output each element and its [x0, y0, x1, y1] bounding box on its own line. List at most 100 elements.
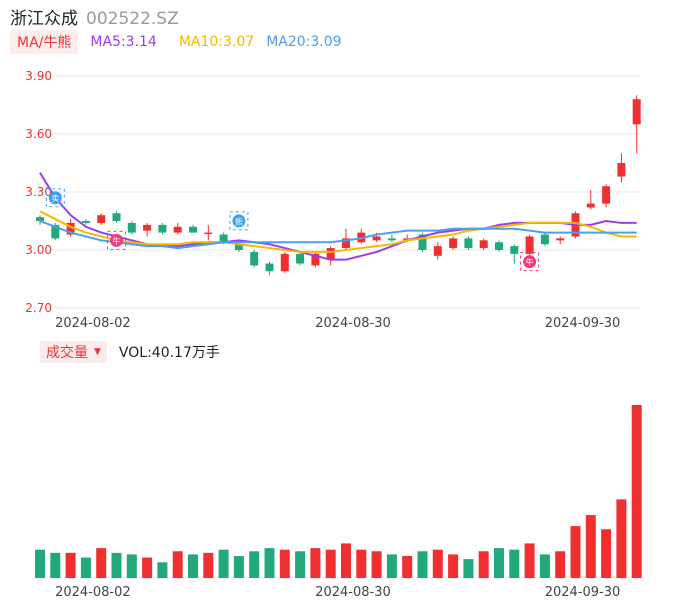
candle	[204, 224, 213, 241]
candle-body	[387, 238, 396, 241]
signal-label: 熊	[235, 216, 243, 226]
volume-bar	[585, 515, 596, 578]
candle-body	[326, 248, 335, 260]
candle	[602, 184, 611, 208]
candle	[387, 234, 396, 243]
candle	[112, 211, 121, 223]
x-tick-label: 2024-08-02	[55, 585, 131, 600]
volume-bar	[111, 552, 122, 578]
volume-bar	[264, 548, 275, 578]
candle-body	[479, 240, 488, 249]
kline-chart[interactable]: 3.903.603.303.002.702024-08-022024-08-02…	[0, 0, 686, 606]
volume-bar	[65, 552, 76, 578]
candle-body	[495, 242, 503, 250]
x-tick-label: 2024-09-30	[545, 316, 621, 331]
candle	[189, 224, 197, 233]
candle-body	[510, 246, 519, 254]
candle	[326, 246, 335, 266]
candle-body	[36, 217, 44, 221]
signal-marker: 熊	[229, 211, 249, 231]
candle-body	[632, 99, 641, 125]
signal-label: 牛	[526, 257, 534, 267]
signal-marker: 牛	[520, 252, 540, 272]
candle-body	[556, 238, 565, 241]
candle-body	[464, 238, 473, 249]
candle	[143, 222, 152, 237]
y-tick-label: 3.00	[25, 243, 52, 257]
candle	[265, 261, 274, 276]
x-tick-label: 2024-08-30	[315, 316, 391, 331]
volume-bar	[371, 551, 382, 578]
signal-label: 牛	[113, 236, 121, 246]
candle-body	[296, 253, 305, 264]
candle-body	[250, 251, 259, 266]
volume-bar	[249, 551, 260, 578]
candle	[280, 251, 289, 274]
volume-bar	[50, 552, 61, 578]
volume-bar	[432, 549, 443, 578]
candle	[250, 250, 259, 268]
volume-bar	[402, 555, 413, 578]
volume-bar	[631, 405, 642, 578]
candle	[433, 242, 442, 260]
volume-bar	[555, 551, 566, 578]
ma5-line	[39, 172, 637, 261]
volume-bar	[478, 551, 489, 578]
candle-body	[204, 232, 213, 235]
signal-label: 卖	[51, 194, 59, 203]
candle	[617, 153, 626, 183]
candle-body	[280, 253, 289, 272]
x-tick-label: 2024-08-30	[315, 585, 391, 600]
candle	[540, 232, 549, 247]
y-tick-label: 3.60	[25, 127, 52, 141]
volume-bar	[570, 526, 581, 578]
y-tick-label: 3.90	[25, 69, 52, 83]
volume-bar	[524, 543, 535, 578]
volume-bar	[494, 548, 504, 578]
candle	[97, 213, 106, 225]
volume-bar	[295, 551, 306, 578]
candle	[464, 236, 473, 250]
volume-bar	[616, 499, 627, 578]
candle-body	[433, 246, 442, 256]
y-tick-label: 2.70	[25, 301, 52, 315]
candle	[127, 221, 136, 235]
candle-body	[540, 234, 549, 245]
candle-body	[372, 236, 381, 241]
x-tick-label: 2024-09-30	[545, 585, 621, 600]
candle	[173, 222, 182, 235]
candle-body	[602, 186, 611, 204]
volume-bar	[203, 552, 214, 578]
candle-body	[617, 163, 626, 177]
volume-bar	[356, 549, 367, 578]
volume-bar	[509, 549, 520, 578]
candle	[158, 222, 167, 235]
candle	[556, 236, 565, 245]
candle-body	[143, 224, 152, 231]
volume-bar	[279, 549, 290, 578]
volume-bar	[341, 543, 351, 578]
candle	[296, 251, 305, 266]
volume-bar	[80, 557, 91, 578]
volume-bar	[310, 548, 321, 578]
candle	[449, 236, 458, 250]
volume-bar	[218, 549, 229, 578]
volume-bar	[96, 548, 107, 578]
volume-bar	[126, 554, 137, 578]
volume-bar	[601, 529, 612, 578]
volume-bar	[448, 554, 459, 578]
candle	[357, 228, 366, 245]
volume-bar	[417, 551, 428, 578]
volume-bar	[539, 554, 550, 578]
candle-body	[265, 263, 274, 272]
candle-body	[127, 222, 136, 233]
candle	[586, 190, 595, 210]
candle-body	[81, 221, 90, 223]
x-tick-label: 2024-08-02	[55, 316, 131, 331]
candle-body	[525, 236, 534, 254]
volume-bar	[233, 555, 244, 578]
candle-body	[97, 215, 106, 223]
volume-bar	[35, 549, 45, 578]
volume-bar	[157, 562, 168, 578]
candle	[510, 244, 519, 264]
